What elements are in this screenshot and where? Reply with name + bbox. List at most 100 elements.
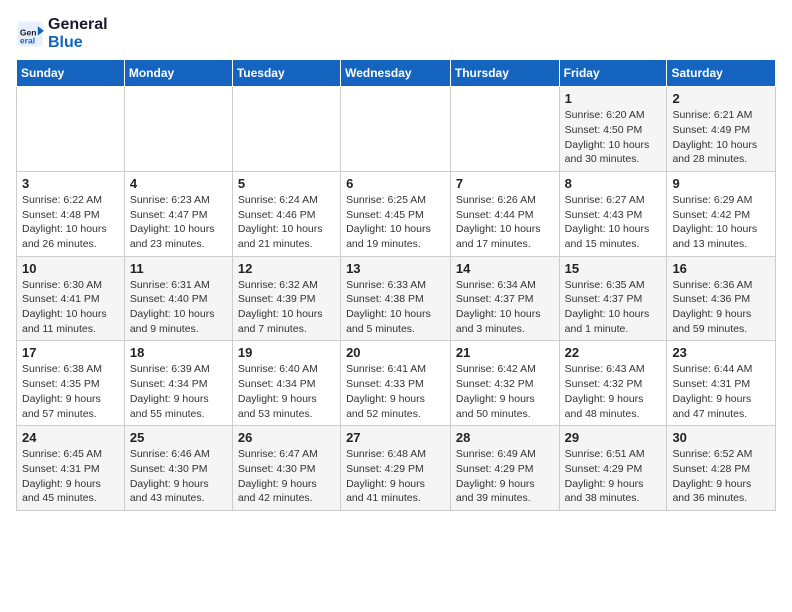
calendar-cell	[450, 87, 559, 172]
calendar-cell: 25 Sunrise: 6:46 AM Sunset: 4:30 PM Dayli…	[124, 426, 232, 511]
weekday-header: Wednesday	[341, 60, 451, 87]
day-number: 16	[672, 261, 770, 276]
day-info: Sunrise: 6:31 AM Sunset: 4:40 PM Dayligh…	[130, 278, 227, 337]
day-info: Sunrise: 6:32 AM Sunset: 4:39 PM Dayligh…	[238, 278, 335, 337]
calendar-cell: 9 Sunrise: 6:29 AM Sunset: 4:42 PM Daylig…	[667, 171, 776, 256]
calendar-week-row: 1 Sunrise: 6:20 AM Sunset: 4:50 PM Daylig…	[17, 87, 776, 172]
calendar-cell: 12 Sunrise: 6:32 AM Sunset: 4:39 PM Dayli…	[232, 256, 340, 341]
calendar-cell: 22 Sunrise: 6:43 AM Sunset: 4:32 PM Dayli…	[559, 341, 667, 426]
day-info: Sunrise: 6:29 AM Sunset: 4:42 PM Dayligh…	[672, 193, 770, 252]
calendar-cell: 14 Sunrise: 6:34 AM Sunset: 4:37 PM Dayli…	[450, 256, 559, 341]
calendar-cell: 21 Sunrise: 6:42 AM Sunset: 4:32 PM Dayli…	[450, 341, 559, 426]
weekday-header: Thursday	[450, 60, 559, 87]
day-info: Sunrise: 6:36 AM Sunset: 4:36 PM Dayligh…	[672, 278, 770, 337]
day-number: 30	[672, 430, 770, 445]
day-info: Sunrise: 6:23 AM Sunset: 4:47 PM Dayligh…	[130, 193, 227, 252]
day-number: 11	[130, 261, 227, 276]
calendar-week-row: 10Sunrise: 6:30 AM Sunset: 4:41 PM Dayli…	[17, 256, 776, 341]
day-number: 8	[565, 176, 662, 191]
calendar-cell: 28Sunrise: 6:49 AM Sunset: 4:29 PM Dayli…	[450, 426, 559, 511]
day-info: Sunrise: 6:38 AM Sunset: 4:35 PM Dayligh…	[22, 362, 119, 421]
day-info: Sunrise: 6:24 AM Sunset: 4:46 PM Dayligh…	[238, 193, 335, 252]
calendar-cell: 2 Sunrise: 6:21 AM Sunset: 4:49 PM Daylig…	[667, 87, 776, 172]
weekday-header: Friday	[559, 60, 667, 87]
day-info: Sunrise: 6:51 AM Sunset: 4:29 PM Dayligh…	[565, 447, 662, 506]
calendar-cell: 3Sunrise: 6:22 AM Sunset: 4:48 PM Daylig…	[17, 171, 125, 256]
calendar-cell	[17, 87, 125, 172]
calendar-cell: 30 Sunrise: 6:52 AM Sunset: 4:28 PM Dayli…	[667, 426, 776, 511]
calendar-cell: 6Sunrise: 6:25 AM Sunset: 4:45 PM Daylig…	[341, 171, 451, 256]
day-number: 17	[22, 345, 119, 360]
calendar-cell: 18Sunrise: 6:39 AM Sunset: 4:34 PM Dayli…	[124, 341, 232, 426]
day-info: Sunrise: 6:33 AM Sunset: 4:38 PM Dayligh…	[346, 278, 445, 337]
day-number: 29	[565, 430, 662, 445]
calendar-cell	[341, 87, 451, 172]
calendar-cell: 19Sunrise: 6:40 AM Sunset: 4:34 PM Dayli…	[232, 341, 340, 426]
calendar-cell: 26 Sunrise: 6:47 AM Sunset: 4:30 PM Dayli…	[232, 426, 340, 511]
calendar-header: SundayMondayTuesdayWednesdayThursdayFrid…	[17, 60, 776, 87]
day-number: 20	[346, 345, 445, 360]
calendar-cell: 29 Sunrise: 6:51 AM Sunset: 4:29 PM Dayli…	[559, 426, 667, 511]
day-info: Sunrise: 6:35 AM Sunset: 4:37 PM Dayligh…	[565, 278, 662, 337]
day-info: Sunrise: 6:34 AM Sunset: 4:37 PM Dayligh…	[456, 278, 554, 337]
day-info: Sunrise: 6:27 AM Sunset: 4:43 PM Dayligh…	[565, 193, 662, 252]
calendar-week-row: 17 Sunrise: 6:38 AM Sunset: 4:35 PM Dayli…	[17, 341, 776, 426]
day-number: 14	[456, 261, 554, 276]
logo-text: General Blue	[48, 16, 108, 51]
day-number: 9	[672, 176, 770, 191]
day-number: 7	[456, 176, 554, 191]
day-info: Sunrise: 6:48 AM Sunset: 4:29 PM Dayligh…	[346, 447, 445, 506]
day-info: Sunrise: 6:43 AM Sunset: 4:32 PM Dayligh…	[565, 362, 662, 421]
day-info: Sunrise: 6:46 AM Sunset: 4:30 PM Dayligh…	[130, 447, 227, 506]
calendar-cell: 10Sunrise: 6:30 AM Sunset: 4:41 PM Dayli…	[17, 256, 125, 341]
day-number: 15	[565, 261, 662, 276]
calendar-cell: 5 Sunrise: 6:24 AM Sunset: 4:46 PM Daylig…	[232, 171, 340, 256]
calendar-cell: 24 Sunrise: 6:45 AM Sunset: 4:31 PM Dayli…	[17, 426, 125, 511]
day-info: Sunrise: 6:39 AM Sunset: 4:34 PM Dayligh…	[130, 362, 227, 421]
day-number: 4	[130, 176, 227, 191]
calendar-cell: 7 Sunrise: 6:26 AM Sunset: 4:44 PM Daylig…	[450, 171, 559, 256]
day-number: 3	[22, 176, 119, 191]
day-number: 26	[238, 430, 335, 445]
day-info: Sunrise: 6:41 AM Sunset: 4:33 PM Dayligh…	[346, 362, 445, 421]
calendar-week-row: 24 Sunrise: 6:45 AM Sunset: 4:31 PM Dayli…	[17, 426, 776, 511]
day-number: 24	[22, 430, 119, 445]
calendar-cell	[124, 87, 232, 172]
logo-icon: Gen eral	[16, 20, 44, 48]
day-info: Sunrise: 6:45 AM Sunset: 4:31 PM Dayligh…	[22, 447, 119, 506]
day-info: Sunrise: 6:26 AM Sunset: 4:44 PM Dayligh…	[456, 193, 554, 252]
svg-text:eral: eral	[20, 35, 35, 45]
day-info: Sunrise: 6:30 AM Sunset: 4:41 PM Dayligh…	[22, 278, 119, 337]
day-number: 5	[238, 176, 335, 191]
day-info: Sunrise: 6:40 AM Sunset: 4:34 PM Dayligh…	[238, 362, 335, 421]
calendar-cell: 17 Sunrise: 6:38 AM Sunset: 4:35 PM Dayli…	[17, 341, 125, 426]
day-number: 12	[238, 261, 335, 276]
day-number: 1	[565, 91, 662, 106]
day-number: 21	[456, 345, 554, 360]
calendar-cell: 4 Sunrise: 6:23 AM Sunset: 4:47 PM Daylig…	[124, 171, 232, 256]
day-info: Sunrise: 6:49 AM Sunset: 4:29 PM Dayligh…	[456, 447, 554, 506]
logo: Gen eral General Blue	[16, 16, 108, 51]
calendar-cell: 11 Sunrise: 6:31 AM Sunset: 4:40 PM Dayli…	[124, 256, 232, 341]
day-info: Sunrise: 6:21 AM Sunset: 4:49 PM Dayligh…	[672, 108, 770, 167]
calendar-cell: 1 Sunrise: 6:20 AM Sunset: 4:50 PM Daylig…	[559, 87, 667, 172]
weekday-header: Monday	[124, 60, 232, 87]
calendar-week-row: 3Sunrise: 6:22 AM Sunset: 4:48 PM Daylig…	[17, 171, 776, 256]
day-info: Sunrise: 6:20 AM Sunset: 4:50 PM Dayligh…	[565, 108, 662, 167]
day-number: 23	[672, 345, 770, 360]
day-info: Sunrise: 6:44 AM Sunset: 4:31 PM Dayligh…	[672, 362, 770, 421]
day-number: 25	[130, 430, 227, 445]
calendar-cell: 27 Sunrise: 6:48 AM Sunset: 4:29 PM Dayli…	[341, 426, 451, 511]
calendar-cell: 20 Sunrise: 6:41 AM Sunset: 4:33 PM Dayli…	[341, 341, 451, 426]
calendar-cell: 23 Sunrise: 6:44 AM Sunset: 4:31 PM Dayli…	[667, 341, 776, 426]
weekday-header: Saturday	[667, 60, 776, 87]
day-info: Sunrise: 6:47 AM Sunset: 4:30 PM Dayligh…	[238, 447, 335, 506]
day-info: Sunrise: 6:52 AM Sunset: 4:28 PM Dayligh…	[672, 447, 770, 506]
day-number: 2	[672, 91, 770, 106]
day-info: Sunrise: 6:42 AM Sunset: 4:32 PM Dayligh…	[456, 362, 554, 421]
page-header: Gen eral General Blue	[16, 16, 776, 51]
day-number: 6	[346, 176, 445, 191]
day-number: 13	[346, 261, 445, 276]
day-number: 22	[565, 345, 662, 360]
day-number: 27	[346, 430, 445, 445]
